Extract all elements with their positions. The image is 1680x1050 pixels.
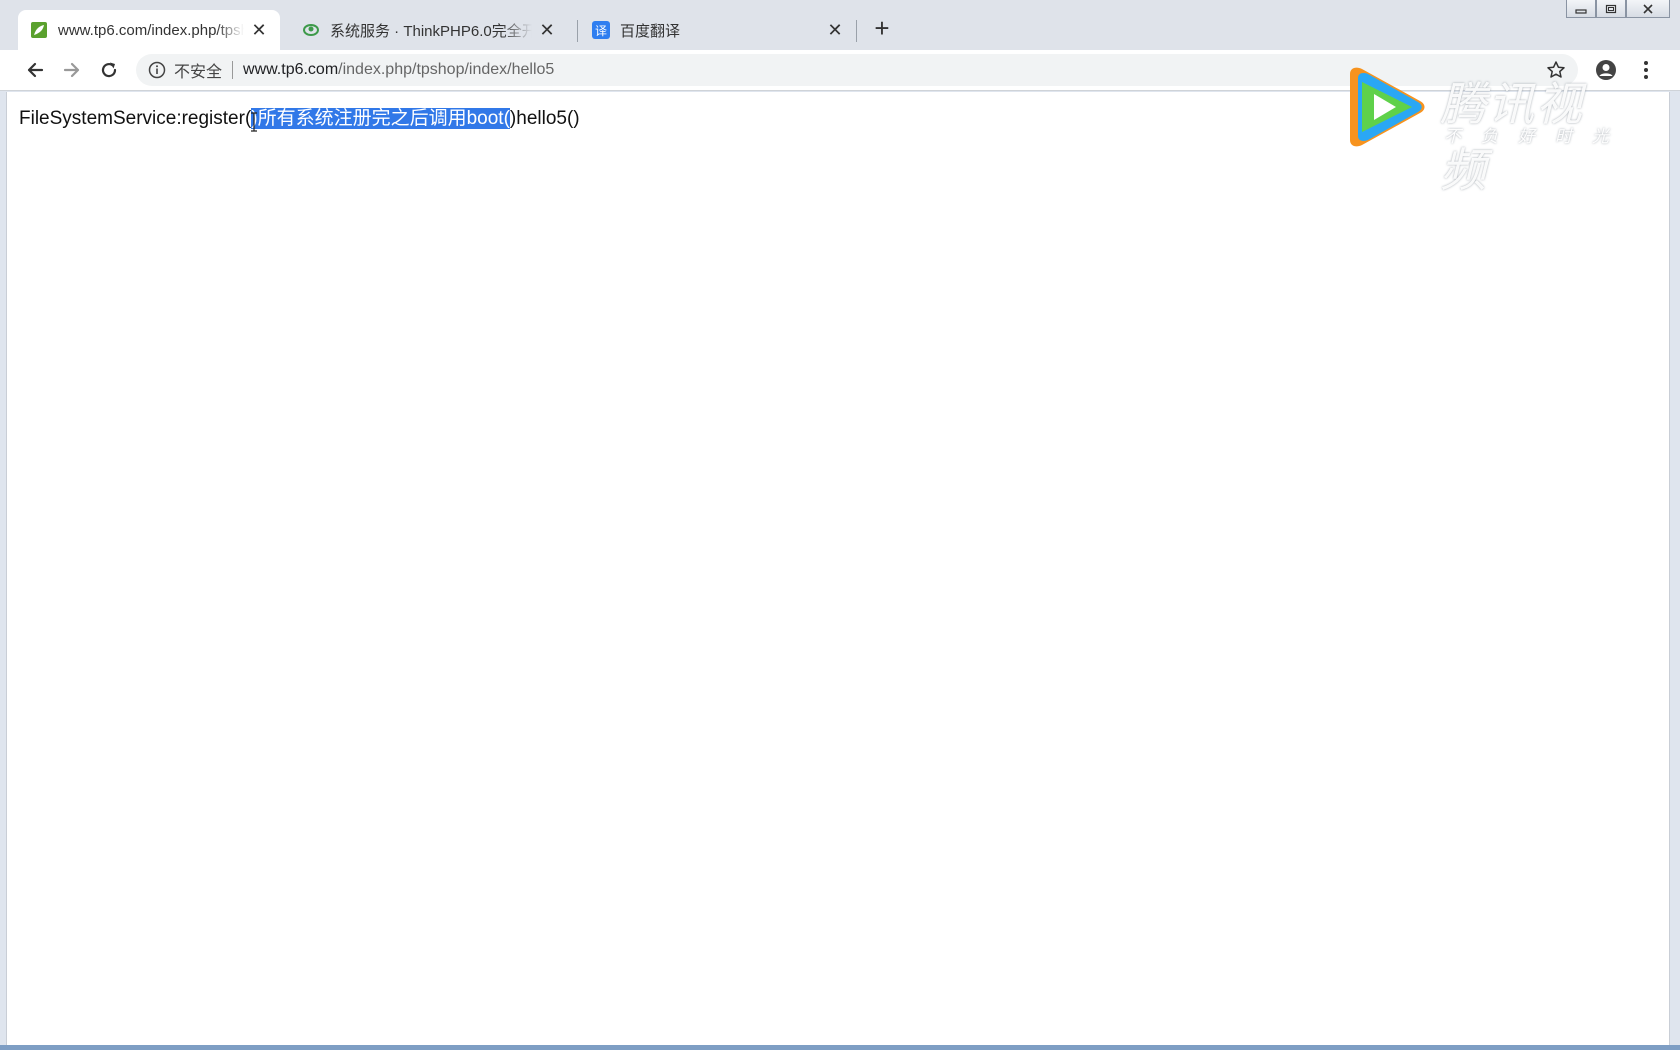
minimize-icon[interactable] (1566, 0, 1596, 18)
tab-close-icon[interactable]: ✕ (826, 21, 844, 39)
info-icon[interactable] (148, 61, 166, 79)
output-text: FileSystemService:register()所有系统注册完之后调用b… (19, 103, 580, 130)
output-text-before: FileSystemService:register( (19, 108, 252, 129)
tab-thinkphp-docs[interactable]: 系统服务 · ThinkPHP6.0完全开发手册 ✕ (290, 10, 568, 50)
tencent-video-logo-icon (1350, 67, 1425, 147)
kebab-menu-icon[interactable] (1634, 58, 1658, 82)
thinkphp-favicon-icon (302, 21, 320, 39)
taskbar-edge (0, 1045, 1680, 1050)
tab-title: www.tp6.com/index.php/tpshop/index/hello… (58, 21, 244, 39)
browser-window: www.tp6.com/index.php/tpshop/index/hello… (0, 0, 1680, 1050)
new-tab-plus-icon[interactable]: + (868, 14, 896, 42)
url-path: /index.php/tpshop/index/hello5 (338, 61, 555, 78)
output-text-after: )hello5() (509, 108, 580, 129)
reload-icon[interactable] (95, 56, 123, 84)
video-watermark: 腾讯视频 不负好时光 (1340, 62, 1630, 197)
leaf-favicon-icon (30, 21, 48, 39)
tab-strip: www.tp6.com/index.php/tpshop/index/hello… (0, 0, 1680, 50)
watermark-slogan: 不负好时光 (1444, 127, 1629, 147)
text-cursor-icon (250, 112, 258, 132)
window-controls (1566, 0, 1670, 20)
tab-separator (856, 20, 857, 42)
svg-text:译: 译 (595, 24, 607, 38)
tab-title: 百度翻译 (620, 22, 681, 40)
tab-title: 系统服务 · ThinkPHP6.0完全开发手册 (330, 22, 532, 40)
page-content: FileSystemService:register()所有系统注册完之后调用b… (6, 92, 1670, 1045)
restore-icon[interactable] (1596, 0, 1626, 18)
tab-separator (577, 20, 578, 42)
url-host: www.tp6.com (243, 61, 339, 78)
window-close-icon[interactable] (1626, 0, 1670, 18)
tab-active-hello5[interactable]: www.tp6.com/index.php/tpshop/index/hello… (18, 10, 280, 50)
not-secure-label[interactable]: 不安全 (174, 58, 222, 82)
tab-close-icon[interactable]: ✕ (250, 21, 268, 39)
baidu-translate-favicon-icon: 译 (592, 21, 610, 39)
selected-text[interactable]: )所有系统注册完之后调用boot( (251, 108, 510, 129)
back-arrow-icon[interactable] (21, 56, 49, 84)
tab-close-icon[interactable]: ✕ (538, 21, 556, 39)
address-divider (232, 61, 234, 79)
forward-arrow-icon[interactable] (58, 56, 86, 84)
tab-baidu-translate[interactable]: 译 百度翻译 ✕ (580, 10, 856, 50)
